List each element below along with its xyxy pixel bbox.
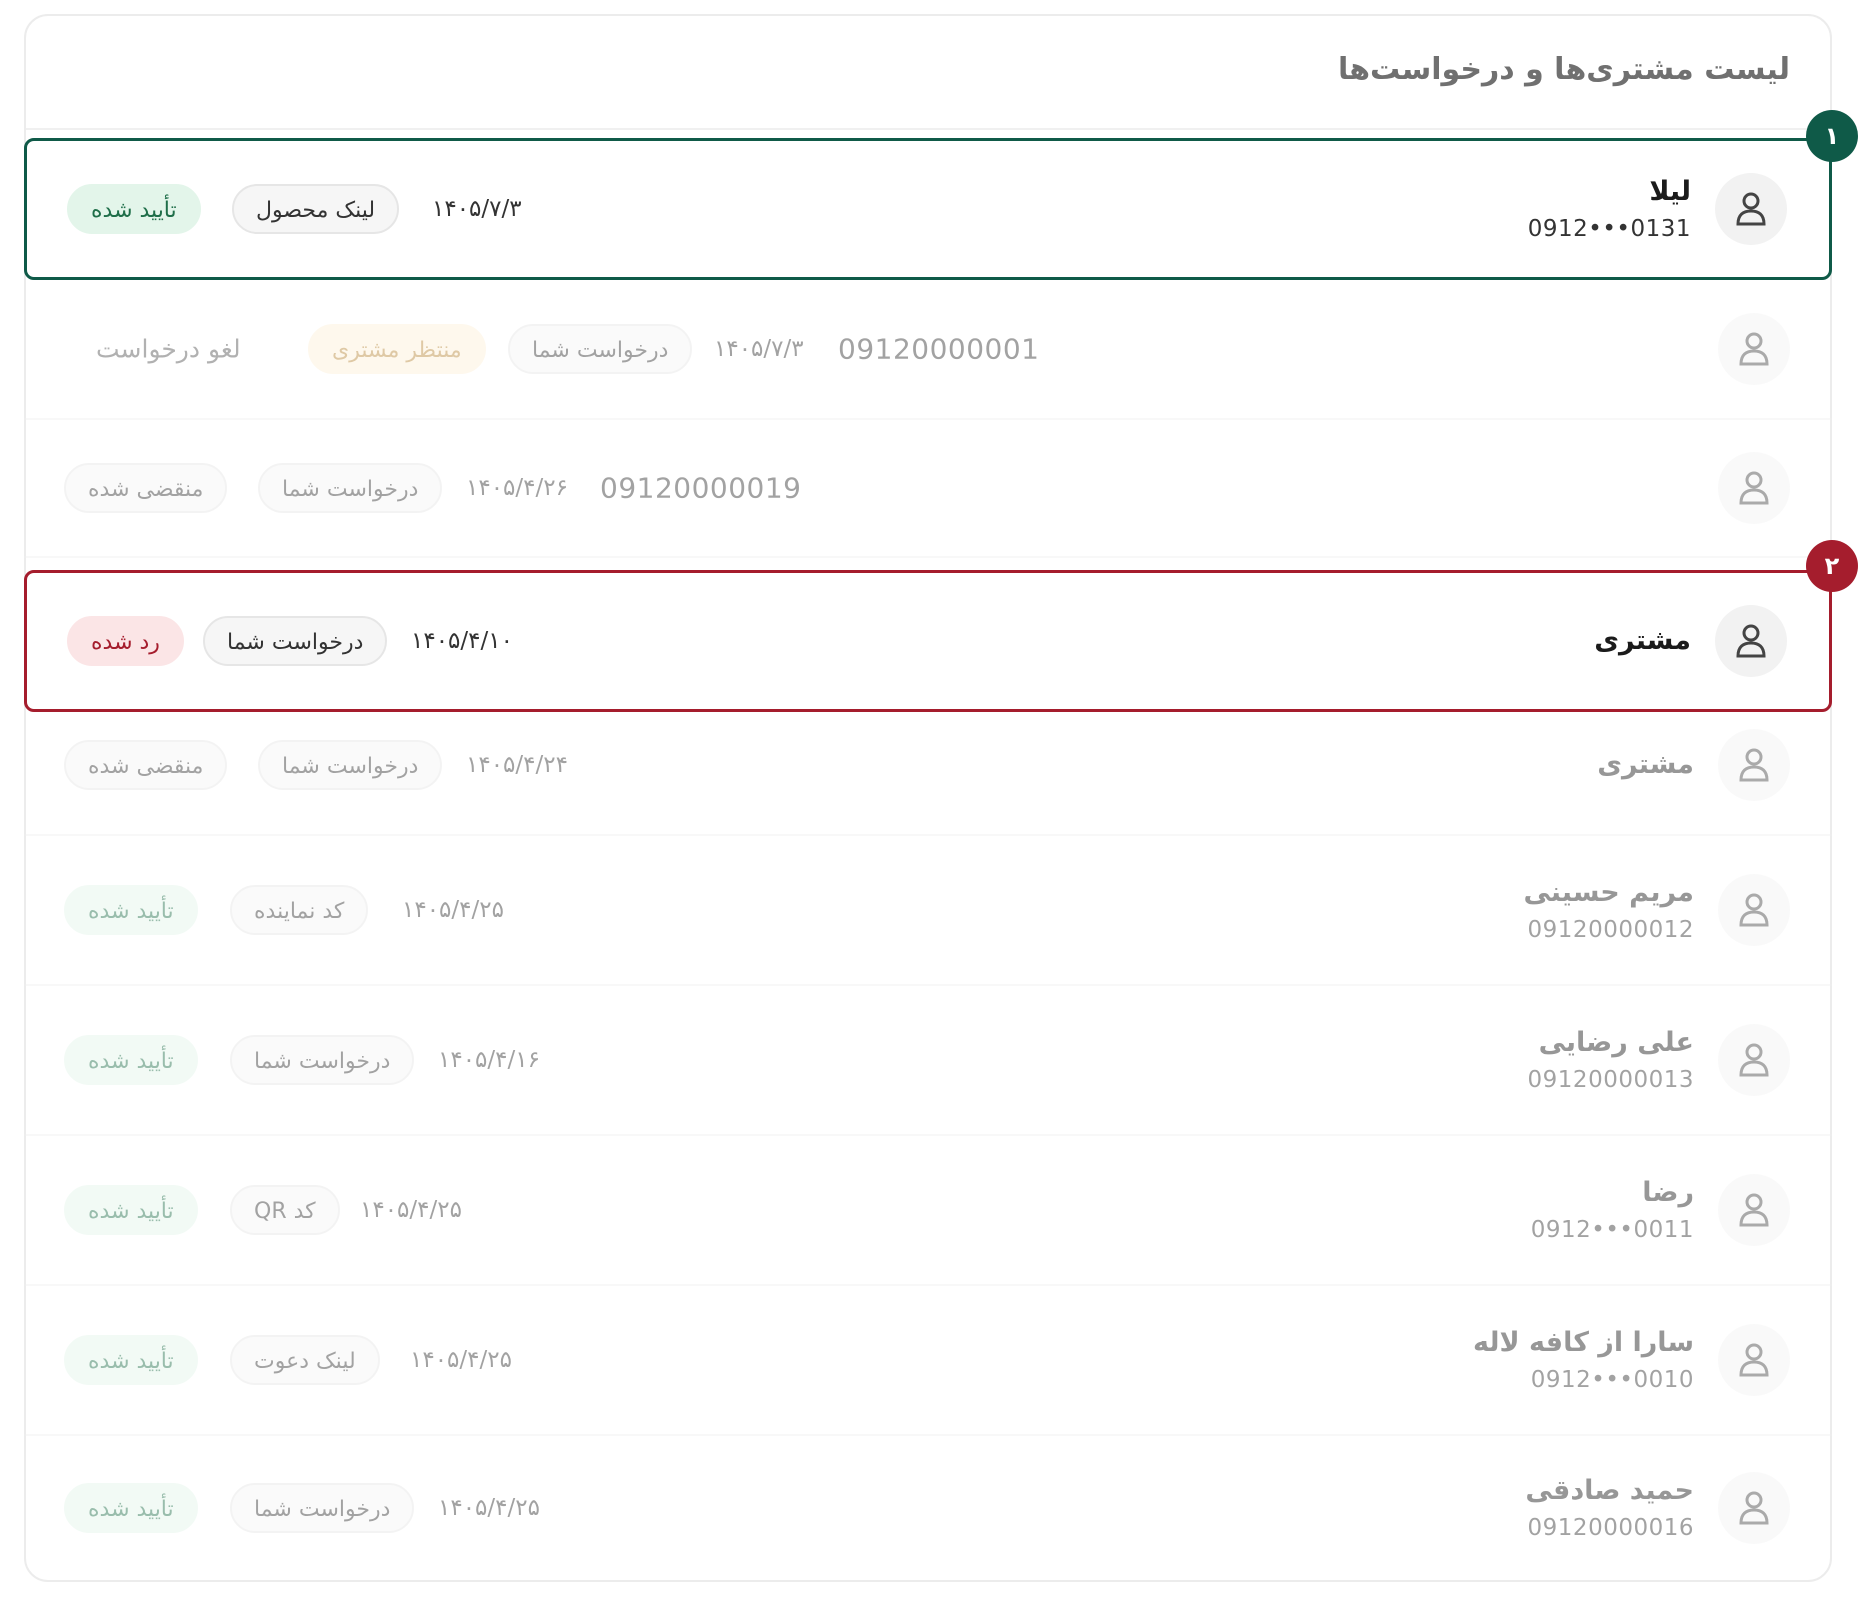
- user-icon: [1739, 1043, 1769, 1077]
- request-date: ۱۴۰۵/۴/۱۶: [438, 1047, 540, 1073]
- request-date: ۱۴۰۵/۴/۲۵: [410, 1347, 512, 1373]
- user-icon: [1739, 1491, 1769, 1525]
- source-chip: درخواست شما: [258, 463, 443, 513]
- avatar: [1718, 1472, 1790, 1544]
- step-marker-1: ۱: [1806, 110, 1858, 162]
- source-chip: کد نماینده: [230, 885, 369, 935]
- list-item-expired[interactable]: 09120000019 ۱۴۰۵/۴/۲۶ درخواست شما منقضی …: [24, 420, 1832, 558]
- user-icon: [1736, 624, 1766, 658]
- user-icon: [1739, 332, 1769, 366]
- status-badge: منقضی شده: [64, 740, 228, 790]
- source-chip: درخواست شما: [258, 740, 443, 790]
- user-icon: [1739, 893, 1769, 927]
- avatar: [1718, 1174, 1790, 1246]
- source-chip: درخواست شما: [203, 616, 388, 666]
- customer-name: مشتری: [1594, 625, 1691, 656]
- status-badge: تأیید شده: [67, 184, 201, 234]
- request-date: ۱۴۰۵/۴/۲۵: [360, 1197, 462, 1223]
- customer-name: سارا از کافه لاله: [1473, 1327, 1694, 1358]
- status-badge: تأیید شده: [64, 885, 198, 935]
- list-item-sara[interactable]: سارا از کافه لاله 0912•••0010 ۱۴۰۵/۴/۲۵ …: [24, 1286, 1832, 1436]
- card-header: لیست مشتری‌ها و درخواست‌ها: [26, 16, 1830, 130]
- request-date: ۱۴۰۵/۷/۳: [714, 336, 804, 362]
- list-item-expired-customer[interactable]: مشتری ۱۴۰۵/۴/۲۴ درخواست شما منقضی شده: [24, 696, 1832, 836]
- list-item-pending[interactable]: 09120000001 ۱۴۰۵/۷/۳ درخواست شما منتظر م…: [24, 280, 1832, 420]
- request-date: ۱۴۰۵/۴/۲۵: [438, 1495, 540, 1521]
- list-item-leila[interactable]: لیلا 0912•••0131 ۱۴۰۵/۷/۳ لینک محصول تأی…: [24, 138, 1832, 280]
- status-badge: منقضی شده: [64, 463, 228, 513]
- status-badge: تأیید شده: [64, 1185, 198, 1235]
- user-icon: [1739, 1193, 1769, 1227]
- customer-name: علی رضایی: [1538, 1027, 1694, 1058]
- list-item-hamid[interactable]: حمید صادقی 09120000016 ۱۴۰۵/۴/۲۵ درخواست…: [24, 1436, 1832, 1580]
- customer-phone: 09120000016: [1527, 1515, 1694, 1541]
- customer-name: مریم حسینی: [1523, 877, 1694, 908]
- customer-name: لیلا: [1649, 176, 1691, 207]
- status-badge: تأیید شده: [64, 1483, 198, 1533]
- avatar: [1718, 1324, 1790, 1396]
- status-badge: منتظر مشتری: [308, 324, 486, 374]
- list-item-maryam[interactable]: مریم حسینی 09120000012 ۱۴۰۵/۴/۲۵ کد نمای…: [24, 836, 1832, 986]
- customer-phone: 09120000019: [600, 471, 802, 505]
- source-chip: درخواست شما: [230, 1483, 415, 1533]
- customer-name: مشتری: [1597, 749, 1694, 780]
- user-icon: [1736, 192, 1766, 226]
- page-title: لیست مشتری‌ها و درخواست‌ها: [1337, 52, 1790, 87]
- cancel-request-button[interactable]: لغو درخواست: [96, 335, 241, 364]
- source-chip: درخواست شما: [508, 324, 693, 374]
- avatar: [1718, 1024, 1790, 1096]
- avatar: [1715, 605, 1787, 677]
- customer-name: حمید صادقی: [1525, 1475, 1694, 1506]
- list-item-ali[interactable]: علی رضایی 09120000013 ۱۴۰۵/۴/۱۶ درخواست …: [24, 986, 1832, 1136]
- list-item-reza[interactable]: رضا 0912•••0011 ۱۴۰۵/۴/۲۵ کد QR تأیید شد…: [24, 1136, 1832, 1286]
- request-date: ۱۴۰۵/۴/۲۴: [466, 752, 568, 778]
- request-date: ۱۴۰۵/۴/۱۰: [411, 628, 513, 654]
- source-chip: درخواست شما: [230, 1035, 415, 1085]
- customer-phone: 0912•••0010: [1530, 1367, 1694, 1393]
- source-chip: کد QR: [230, 1185, 340, 1235]
- avatar: [1718, 452, 1790, 524]
- customer-name: رضا: [1642, 1177, 1694, 1208]
- source-chip: لینک محصول: [232, 184, 400, 234]
- customer-phone: 0912•••0011: [1530, 1217, 1694, 1243]
- avatar: [1718, 874, 1790, 946]
- avatar: [1718, 729, 1790, 801]
- user-icon: [1739, 748, 1769, 782]
- customer-phone: 0912•••0131: [1527, 216, 1691, 242]
- status-badge: تأیید شده: [64, 1335, 198, 1385]
- avatar: [1715, 173, 1787, 245]
- customer-phone: 09120000013: [1527, 1067, 1694, 1093]
- step-marker-2: ۲: [1806, 540, 1858, 592]
- customer-phone: 09120000001: [838, 332, 1040, 366]
- avatar: [1718, 313, 1790, 385]
- user-icon: [1739, 471, 1769, 505]
- status-badge: تأیید شده: [64, 1035, 198, 1085]
- source-chip: لینک دعوت: [230, 1335, 380, 1385]
- user-icon: [1739, 1343, 1769, 1377]
- customer-phone: 09120000012: [1527, 917, 1694, 943]
- request-date: ۱۴۰۵/۴/۲۶: [466, 475, 568, 501]
- list-item-rejected[interactable]: مشتری ۱۴۰۵/۴/۱۰ درخواست شما رد شده: [24, 570, 1832, 712]
- request-date: ۱۴۰۵/۷/۳: [432, 196, 522, 222]
- request-date: ۱۴۰۵/۴/۲۵: [402, 897, 504, 923]
- status-badge: رد شده: [67, 616, 184, 666]
